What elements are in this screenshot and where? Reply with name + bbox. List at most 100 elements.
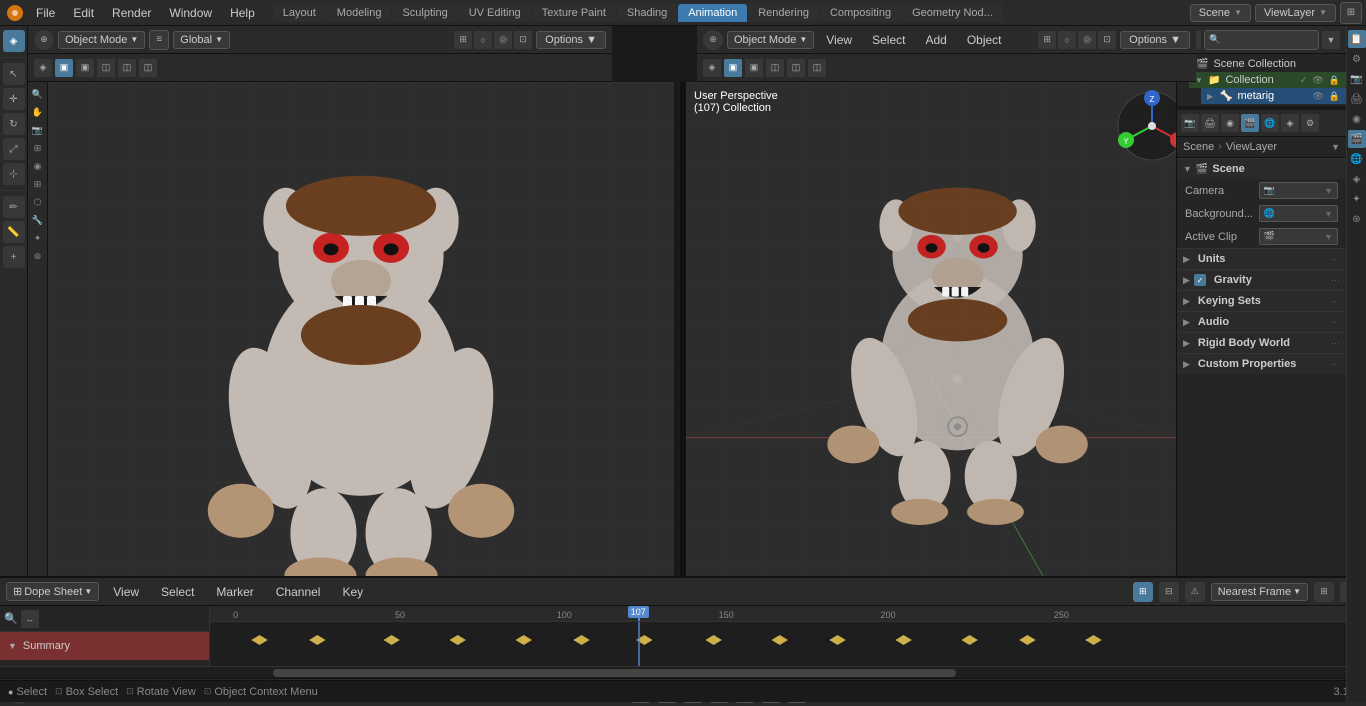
prop-output-icon[interactable]: 🖨 — [1201, 114, 1219, 132]
rpt-physics[interactable]: ⊛ — [1348, 210, 1366, 228]
rv-tb-icon2[interactable]: ▣ — [724, 59, 742, 77]
scene-selector[interactable]: Scene ▼ — [1190, 4, 1251, 22]
vp-icon-physics[interactable]: ⊛ — [30, 248, 46, 264]
overlay-icon[interactable]: ◎ — [494, 31, 512, 49]
menu-file[interactable]: File — [28, 4, 63, 22]
rpt-output[interactable]: 🖨 — [1348, 90, 1366, 108]
tab-geometry-nodes[interactable]: Geometry Nod... — [902, 4, 1003, 22]
right-viewport-mode-dropdown[interactable]: Object Mode ▼ — [727, 31, 814, 49]
lv-icon5[interactable]: ◫ — [118, 59, 136, 77]
scene-section-header[interactable]: ▼ 🎬 Scene — [1177, 159, 1346, 179]
lv-icon2[interactable]: ▣ — [55, 59, 73, 77]
ds-arrow-btn[interactable]: ↔ — [21, 610, 39, 628]
left-viewport-mode-dropdown[interactable]: Object Mode ▼ — [58, 31, 145, 49]
left-viewport-menu-btn[interactable]: ≡ — [149, 30, 169, 50]
options-btn-right[interactable]: Options ▼ — [1120, 31, 1190, 49]
active-clip-value[interactable]: 🎬 ▼ — [1259, 228, 1339, 245]
tab-rendering[interactable]: Rendering — [748, 4, 819, 22]
new-window-btn[interactable]: ⊞ — [1340, 2, 1362, 24]
custom-props-header[interactable]: ▶ Custom Properties ⋯ — [1177, 354, 1346, 374]
rv-snap-icon[interactable]: ⊞ — [1038, 31, 1056, 49]
breadcrumb-viewlayer[interactable]: ViewLayer — [1226, 141, 1277, 153]
prop-world-icon[interactable]: 🌐 — [1261, 114, 1279, 132]
vp-icon-zoom[interactable]: 🔍 — [30, 86, 46, 102]
background-value[interactable]: 🌐 ▼ — [1259, 205, 1339, 222]
prop-view-icon[interactable]: ◉ — [1221, 114, 1239, 132]
rpt-view[interactable]: ◉ — [1348, 110, 1366, 128]
tool-measure[interactable]: 📏 — [3, 221, 25, 243]
breadcrumb-scene[interactable]: Scene — [1183, 141, 1214, 153]
lv-icon6[interactable]: ◫ — [139, 59, 157, 77]
options-btn-left[interactable]: Options ▼ — [536, 31, 606, 49]
ds-menu-marker[interactable]: Marker — [208, 583, 261, 601]
rv-tb-icon1[interactable]: ◈ — [703, 59, 721, 77]
left-viewport-global-dropdown[interactable]: Global ▼ — [173, 31, 230, 49]
ds-editor-type[interactable]: ⊞ Dope Sheet ▼ — [6, 582, 99, 601]
dopesheet-summary-channel[interactable]: ▼ Summary — [0, 632, 209, 660]
tab-shading[interactable]: Shading — [617, 4, 677, 22]
tool-move[interactable]: ✛ — [3, 88, 25, 110]
ds-menu-key[interactable]: Key — [334, 583, 371, 601]
vp-icon-node[interactable]: ⬡ — [30, 194, 46, 210]
menu-render[interactable]: Render — [104, 4, 159, 22]
tab-layout[interactable]: Layout — [273, 4, 326, 22]
proportional-icon[interactable]: ○ — [474, 31, 492, 49]
outliner-collection[interactable]: ▼ 📁 Collection ✓ 👁 🔒 — [1189, 72, 1346, 88]
rv-menu-object[interactable]: Object — [959, 31, 1010, 49]
rpt-properties[interactable]: ⚙ — [1348, 50, 1366, 68]
rv-menu-add[interactable]: Add — [917, 31, 954, 49]
rv-xray-icon[interactable]: ⊡ — [1098, 31, 1116, 49]
status-box-select[interactable]: ⊡ Box Select — [55, 686, 118, 698]
rigid-body-header[interactable]: ▶ Rigid Body World ⋯ — [1177, 333, 1346, 353]
tab-compositing[interactable]: Compositing — [820, 4, 901, 22]
prop-object-icon[interactable]: ◈ — [1281, 114, 1299, 132]
outliner-metarig[interactable]: ▶ 🦴 metarig 👁 🔒 — [1201, 88, 1346, 104]
prop-constraint-icon[interactable]: ⚙ — [1301, 114, 1319, 132]
menu-help[interactable]: Help — [222, 4, 263, 22]
vp-icon-particles[interactable]: ✦ — [30, 230, 46, 246]
ds-filter-icon3[interactable]: ⚠ — [1185, 582, 1205, 602]
right-viewport-canvas[interactable]: User Perspective (107) Collection — [686, 82, 1196, 576]
ds-snap-btn[interactable]: ⊞ — [1314, 582, 1334, 602]
tool-scale[interactable]: ⤢ — [3, 138, 25, 160]
status-select[interactable]: ● Select — [8, 686, 47, 698]
keying-sets-header[interactable]: ▶ Keying Sets ⋯ — [1177, 291, 1346, 311]
tool-annotate[interactable]: ✏ — [3, 196, 25, 218]
outliner-scene-collection[interactable]: ▼ 🎬 Scene Collection — [1177, 56, 1346, 72]
tool-add[interactable]: + — [3, 246, 25, 268]
ds-filter-icon1[interactable]: ⊞ — [1133, 582, 1153, 602]
vp-icon-camera[interactable]: 📷 — [30, 122, 46, 138]
tab-uv-editing[interactable]: UV Editing — [459, 4, 531, 22]
ds-filter-dropdown[interactable]: Nearest Frame ▼ — [1211, 583, 1308, 601]
viewport-divider[interactable] — [680, 82, 686, 576]
dopesheet-timeline[interactable]: 0 50 100 150 200 250 — [210, 606, 1366, 666]
vp-icon-render[interactable]: ◉ — [30, 158, 46, 174]
prop-scene-icon[interactable]: 🎬 — [1241, 114, 1259, 132]
lv-icon4[interactable]: ◫ — [97, 59, 115, 77]
audio-section-header[interactable]: ▶ Audio ⋯ — [1177, 312, 1346, 332]
tab-texture-paint[interactable]: Texture Paint — [532, 4, 616, 22]
rpt-world[interactable]: 🌐 — [1348, 150, 1366, 168]
gravity-checkbox[interactable]: ✓ — [1194, 274, 1206, 286]
vp-icon-pan[interactable]: ✋ — [30, 104, 46, 120]
left-viewport-canvas[interactable] — [48, 82, 674, 576]
tab-animation[interactable]: Animation — [678, 4, 747, 22]
prop-render-icon[interactable]: 📷 — [1181, 114, 1199, 132]
gravity-section-header[interactable]: ▶ ✓ Gravity ⋯ — [1177, 270, 1346, 290]
status-rotate-view[interactable]: ⊡ Rotate View — [126, 686, 196, 698]
rpt-outliner[interactable]: 📋 — [1348, 30, 1366, 48]
rv-tb-icon4[interactable]: ◫ — [766, 59, 784, 77]
viewlayer-selector[interactable]: ViewLayer ▼ — [1255, 4, 1336, 22]
timeline-content[interactable] — [210, 622, 1366, 666]
tool-transform[interactable]: ⊹ — [3, 163, 25, 185]
rv-menu-view[interactable]: View — [818, 31, 860, 49]
tool-rotate[interactable]: ↻ — [3, 113, 25, 135]
scrollbar-thumb[interactable] — [273, 669, 956, 677]
tab-modeling[interactable]: Modeling — [327, 4, 392, 22]
ds-menu-view[interactable]: View — [105, 583, 147, 601]
ds-filter-icon2[interactable]: ⊟ — [1159, 582, 1179, 602]
rpt-object[interactable]: ◈ — [1348, 170, 1366, 188]
rv-tb-icon6[interactable]: ◫ — [808, 59, 826, 77]
snap-icon[interactable]: ⊞ — [454, 31, 472, 49]
rv-tb-icon5[interactable]: ◫ — [787, 59, 805, 77]
